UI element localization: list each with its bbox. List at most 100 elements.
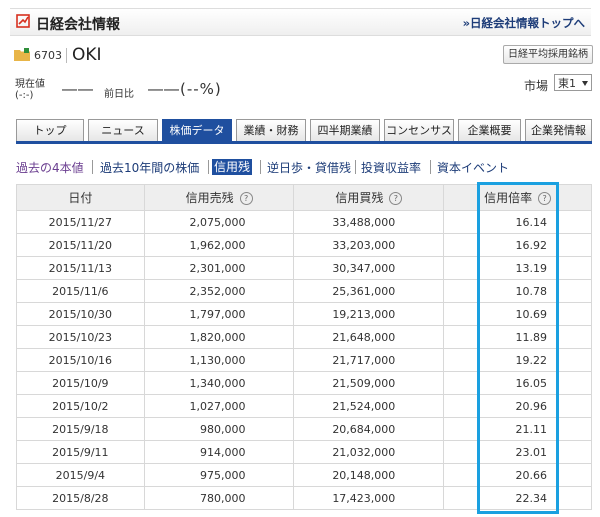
table-row: 2015/10/30 1,797,000 19,213,000 10.69 [16, 302, 592, 326]
margin-buy-cell: 25,361,000 [293, 279, 445, 303]
site-header: 日経会社情報 » 日経会社情報トップへ [10, 8, 591, 36]
table-row: 2015/11/6 2,352,000 25,361,000 10.78 [16, 279, 592, 303]
current-price-label: 現在値 (-:-) [15, 79, 45, 101]
date-cell: 2015/9/11 [16, 440, 145, 464]
help-icon[interactable]: ? [389, 192, 403, 205]
prev-day-change-label: 前日比 [104, 89, 134, 100]
date-cell: 2015/10/9 [16, 371, 145, 395]
table-row: 2015/8/28 780,000 17,423,000 22.34 [16, 486, 592, 510]
margin-ratio-cell: 16.05 [443, 371, 592, 395]
top-link-label: 日経会社情報トップへ [470, 16, 585, 30]
table-row: 2015/11/20 1,962,000 33,203,000 16.92 [16, 233, 592, 257]
margin-buy-cell: 21,648,000 [293, 325, 445, 349]
header-date: 日付 [16, 184, 145, 211]
table-row: 2015/11/27 2,075,000 33,488,000 16.14 [16, 210, 592, 234]
top-link[interactable]: » 日経会社情報トップへ [463, 15, 585, 31]
subnav-10-years[interactable]: 過去10年間の株価 [100, 159, 199, 176]
divider [92, 160, 93, 174]
divider [208, 160, 209, 174]
margin-sell-cell: 914,000 [143, 440, 295, 464]
header-margin-ratio: 信用倍率? [443, 184, 592, 211]
date-cell: 2015/11/13 [16, 256, 145, 280]
tab-consensus[interactable]: コンセンサス [384, 119, 454, 141]
date-cell: 2015/11/20 [16, 233, 145, 257]
margin-buy-cell: 20,684,000 [293, 417, 445, 441]
date-cell: 2015/9/4 [16, 463, 145, 487]
header-date-label: 日付 [68, 191, 93, 205]
date-cell: 2015/10/2 [16, 394, 145, 418]
chevron-down-icon [582, 81, 588, 86]
tab-overview[interactable]: 企業概要 [458, 119, 521, 141]
folder-icon [14, 48, 30, 61]
margin-buy-cell: 21,524,000 [293, 394, 445, 418]
margin-sell-cell: 1,027,000 [143, 394, 295, 418]
table-row: 2015/10/2 1,027,000 21,524,000 20.96 [16, 394, 592, 418]
margin-buy-cell: 33,488,000 [293, 210, 445, 234]
subnav-reverse-daily[interactable]: 逆日歩・貸借残 [267, 159, 351, 176]
help-icon[interactable]: ? [239, 192, 253, 205]
margin-buy-cell: 21,717,000 [293, 348, 445, 372]
table-row: 2015/9/18 980,000 20,684,000 21.11 [16, 417, 592, 441]
nikkei-index-button[interactable]: 日経平均採用銘柄 [503, 45, 593, 64]
market-select[interactable]: 東1 [554, 74, 592, 91]
header-margin-ratio-label: 信用倍率 [484, 191, 533, 205]
header-margin-buy: 信用買残? [293, 184, 445, 211]
table-row: 2015/9/11 914,000 21,032,000 23.01 [16, 440, 592, 464]
tab-earnings[interactable]: 業績・財務 [236, 119, 306, 141]
margin-buy-cell: 20,148,000 [293, 463, 445, 487]
divider [430, 160, 431, 174]
help-icon[interactable]: ? [538, 192, 552, 205]
tab-stock-data[interactable]: 株価データ [162, 119, 232, 142]
table-header-row: 日付 信用売残? 信用買残? 信用倍率? [16, 184, 592, 211]
date-cell: 2015/10/23 [16, 325, 145, 349]
margin-sell-cell: 2,075,000 [143, 210, 295, 234]
table-row: 2015/10/9 1,340,000 21,509,000 16.05 [16, 371, 592, 395]
margin-sell-cell: 975,000 [143, 463, 295, 487]
divider [260, 160, 261, 174]
date-cell: 2015/10/16 [16, 348, 145, 372]
subnav-investment-return[interactable]: 投資収益率 [361, 159, 421, 176]
subnav-margin-balance[interactable]: 信用残 [212, 159, 253, 175]
subnav-capital-events[interactable]: 資本イベント [437, 159, 509, 176]
divider [355, 160, 356, 174]
margin-sell-cell: 980,000 [143, 417, 295, 441]
tab-news[interactable]: ニュース [88, 119, 158, 141]
margin-buy-cell: 33,203,000 [293, 233, 445, 257]
margin-sell-cell: 1,962,000 [143, 233, 295, 257]
brand-title[interactable]: 日経会社情報 [36, 14, 120, 34]
header-margin-sell: 信用売残? [143, 184, 295, 211]
market-label: 市場 [524, 79, 549, 93]
margin-buy-cell: 21,032,000 [293, 440, 445, 464]
margin-ratio-cell: 21.11 [443, 417, 592, 441]
header-margin-sell-label: 信用売残 [185, 191, 234, 205]
date-cell: 2015/10/30 [16, 302, 145, 326]
margin-sell-cell: 2,352,000 [143, 279, 295, 303]
tab-top[interactable]: トップ [16, 119, 84, 141]
margin-ratio-cell: 20.96 [443, 394, 592, 418]
margin-sell-cell: 2,301,000 [143, 256, 295, 280]
margin-ratio-cell: 23.01 [443, 440, 592, 464]
tab-quarterly[interactable]: 四半期業績 [310, 119, 380, 141]
subnav-4-prices[interactable]: 過去の4本値 [16, 159, 84, 176]
stock-code: 6703 [34, 49, 62, 62]
date-cell: 2015/11/6 [16, 279, 145, 303]
market-select-value: 東1 [558, 77, 576, 90]
prev-day-change-value: ――(--%) [148, 80, 222, 98]
date-cell: 2015/8/28 [16, 486, 145, 510]
margin-buy-cell: 19,213,000 [293, 302, 445, 326]
tab-company-info[interactable]: 企業発情報 [525, 119, 592, 141]
margin-ratio-cell: 22.34 [443, 486, 592, 510]
company-name: OKI [72, 45, 102, 65]
margin-sell-cell: 1,797,000 [143, 302, 295, 326]
current-price-time: (-:-) [15, 90, 34, 101]
main-tabs: トップ ニュース 株価データ 業績・財務 四半期業績 コンセンサス 企業概要 企… [16, 119, 592, 142]
margin-ratio-cell: 16.92 [443, 233, 592, 257]
table-row: 2015/9/4 975,000 20,148,000 20.66 [16, 463, 592, 487]
margin-buy-cell: 17,423,000 [293, 486, 445, 510]
table-row: 2015/10/23 1,820,000 21,648,000 11.89 [16, 325, 592, 349]
table-row: 2015/11/13 2,301,000 30,347,000 13.19 [16, 256, 592, 280]
margin-ratio-cell: 13.19 [443, 256, 592, 280]
margin-buy-cell: 21,509,000 [293, 371, 445, 395]
nikkei-logo-icon[interactable] [16, 14, 30, 28]
current-price-value: ―― [62, 80, 94, 98]
